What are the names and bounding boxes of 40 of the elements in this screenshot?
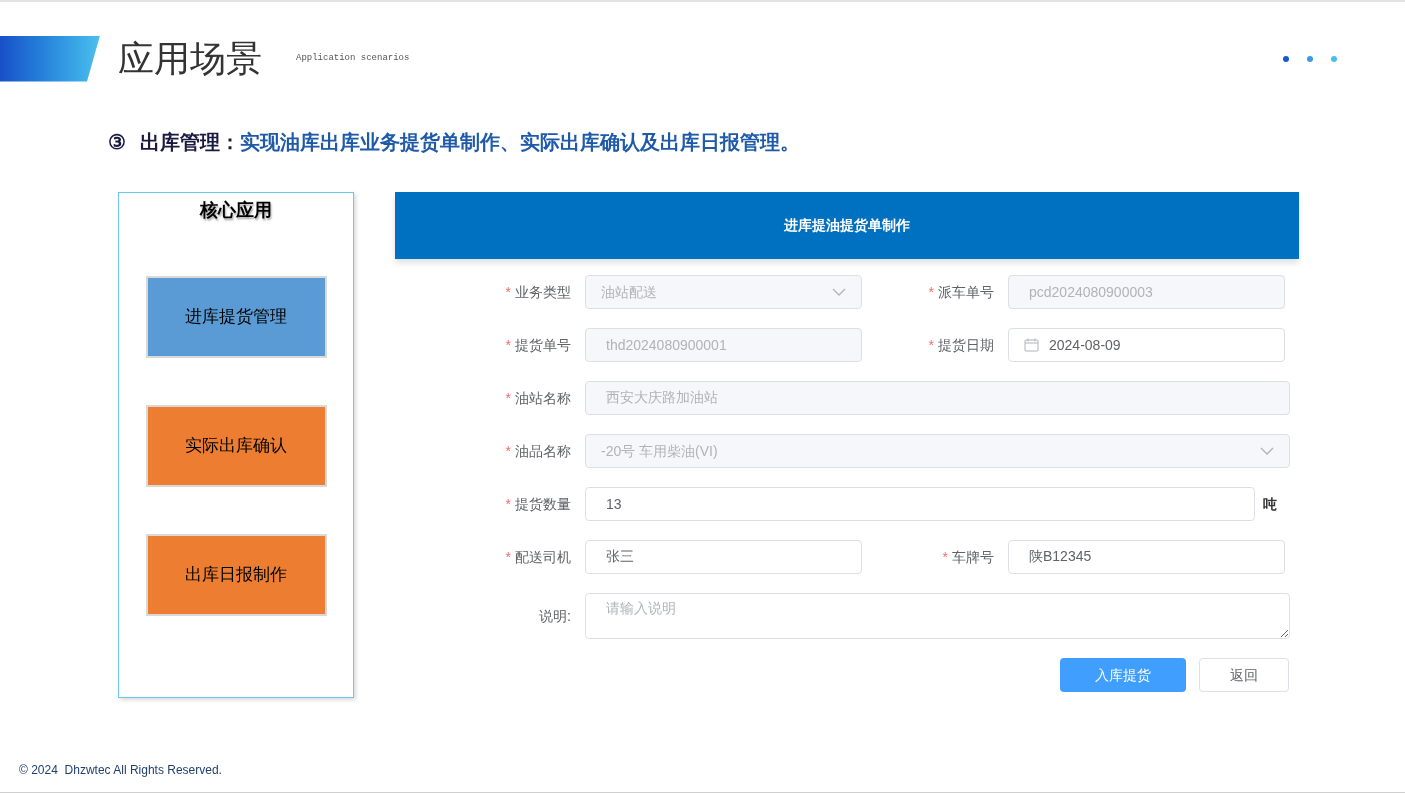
field-label: 业务类型	[515, 282, 571, 302]
field-label: 说明:	[539, 606, 571, 626]
field-label: 车牌号	[952, 547, 994, 567]
calendar-icon	[1024, 338, 1039, 352]
unit-label: 吨	[1263, 494, 1277, 514]
text-field[interactable]: 13	[585, 487, 1255, 521]
field-label: 油站名称	[515, 388, 571, 408]
section-subtitle: Application scenarios	[296, 51, 410, 65]
required-mark: *	[505, 494, 511, 514]
back-button[interactable]: 返回	[1199, 658, 1289, 692]
field-label: 配送司机	[515, 547, 571, 567]
required-mark: *	[505, 388, 511, 408]
required-mark: *	[505, 335, 511, 355]
required-mark: *	[505, 282, 511, 302]
text-field[interactable]: 张三	[585, 540, 862, 574]
required-mark: *	[505, 547, 511, 567]
required-mark: *	[942, 547, 948, 567]
section-title: 应用场景	[118, 37, 262, 81]
heading-description: 实现油库出库业务提货单制作、实际出库确认及出库日报管理。	[240, 130, 800, 155]
field-label: 油品名称	[515, 441, 571, 461]
core-app-item[interactable]: 出库日报制作	[145, 534, 327, 616]
field-label: 派车单号	[938, 282, 994, 302]
required-mark: *	[928, 335, 934, 355]
card-title: 核心应用	[200, 199, 272, 222]
required-mark: *	[928, 282, 934, 302]
core-app-item[interactable]: 进库提货管理	[145, 276, 327, 358]
field-label: 提货数量	[515, 494, 571, 514]
core-app-item[interactable]: 实际出库确认	[145, 405, 327, 487]
text-field[interactable]: 陕B12345	[1008, 540, 1285, 574]
field-label: 提货单号	[515, 335, 571, 355]
copyright-text: © 2024 Dhzwtec All Rights Reserved.	[19, 762, 222, 779]
chevron-down-icon	[832, 288, 846, 296]
required-mark: *	[505, 441, 511, 461]
heading-title: 出库管理：	[140, 130, 240, 155]
field-label: 提货日期	[938, 335, 994, 355]
form-header: 进库提油提货单制作	[395, 192, 1299, 259]
chevron-down-icon	[1260, 447, 1274, 455]
description-field[interactable]: 请输入说明	[585, 593, 1290, 639]
date-field[interactable]: 2024-08-09	[1008, 328, 1285, 362]
step-number: ③	[108, 130, 126, 155]
